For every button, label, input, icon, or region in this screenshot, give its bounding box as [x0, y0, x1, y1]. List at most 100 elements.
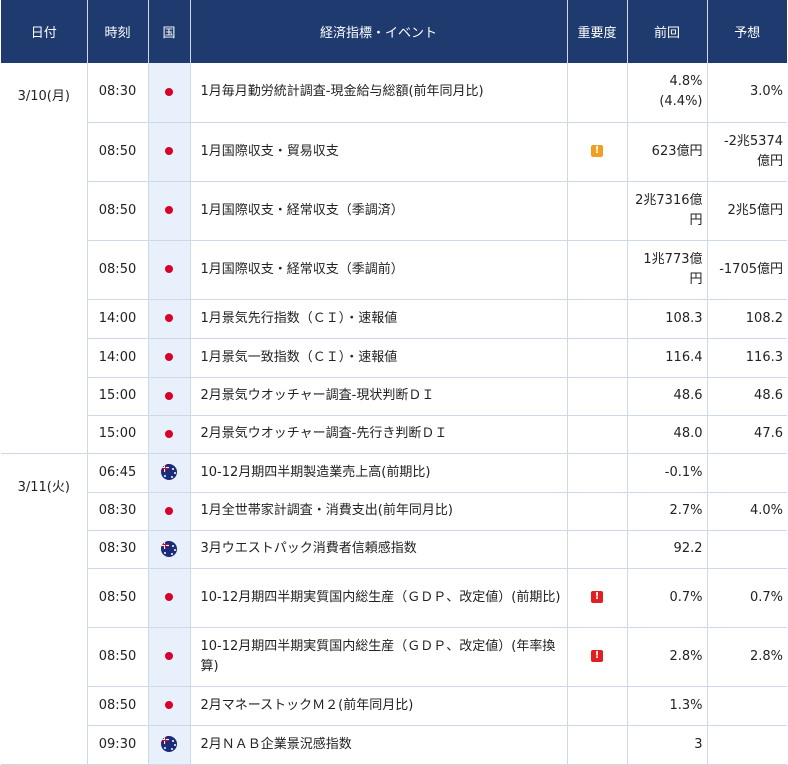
economic-calendar-table: 日付 時刻 国 経済指標・イベント 重要度 前回 予想 3/10(月) 08:30… — [1, 0, 787, 765]
time-cell: 06:45 — [87, 453, 149, 493]
event-name[interactable]: 3月ウエストパック消費者信頼感指数 — [190, 530, 568, 569]
header-event[interactable]: 経済指標・イベント — [190, 0, 568, 63]
header-row: 日付 時刻 国 経済指標・イベント 重要度 前回 予想 — [1, 0, 787, 63]
time-cell: 08:50 — [87, 122, 149, 182]
country-cell — [148, 686, 191, 726]
forecast-cell — [707, 453, 787, 493]
event-name[interactable]: 2月景気ウオッチャー調査-現状判断ＤＩ — [190, 377, 568, 416]
header-time[interactable]: 時刻 — [87, 0, 149, 63]
event-name[interactable]: 10-12月期四半期実質国内総生産（ＧＤＰ、改定値）(前期比) — [190, 568, 568, 628]
event-name[interactable]: 2月ＮＡＢ企業景況感指数 — [190, 725, 568, 765]
japan-flag-icon — [165, 265, 173, 273]
previous-cell: 0.7% — [627, 568, 708, 628]
previous-value: 2.8% — [669, 648, 703, 664]
time-cell: 09:30 — [87, 725, 149, 765]
country-cell — [148, 377, 191, 416]
japan-flag-icon — [165, 147, 173, 155]
time-cell: 08:50 — [87, 181, 149, 241]
event-name[interactable]: 1月全世帯家計調査・消費支出(前年同月比) — [190, 492, 568, 531]
table-row[interactable]: 15:00 2月景気ウオッチャー調査-現状判断ＤＩ 48.6 48.6 — [1, 377, 787, 416]
header-forecast[interactable]: 予想 — [707, 0, 787, 63]
event-name[interactable]: 1月毎月勤労統計調査-現金給与総額(前年同月比) — [190, 63, 568, 123]
forecast-cell — [707, 686, 787, 726]
previous-revised-value: (4.4%) — [659, 94, 703, 110]
header-date[interactable]: 日付 — [1, 0, 88, 63]
table-row[interactable]: 08:50 2月マネーストックＭ２(前年同月比) 1.3% — [1, 686, 787, 726]
event-name[interactable]: 1月国際収支・経常収支（季調前） — [190, 240, 568, 300]
time-cell: 14:00 — [87, 338, 149, 378]
header-importance[interactable]: 重要度 — [567, 0, 628, 63]
forecast-cell: 47.6 — [707, 415, 787, 454]
previous-value: 48.6 — [673, 388, 703, 403]
previous-value: 2.7% — [669, 503, 703, 518]
event-name[interactable]: 1月景気一致指数（ＣＩ）・速報値 — [190, 338, 568, 378]
table-row[interactable]: 08:50 1月国際収支・経常収支（季調前） 1兆773億円 -1705億円 — [1, 240, 787, 300]
importance-cell — [567, 240, 628, 300]
event-name[interactable]: 1月景気先行指数（ＣＩ）・速報値 — [190, 299, 568, 339]
time-cell: 14:00 — [87, 299, 149, 339]
date-cell: 3/11(火) — [1, 453, 88, 765]
importance-cell: ! — [567, 568, 628, 628]
table-row[interactable]: 14:00 1月景気一致指数（ＣＩ）・速報値 116.4 116.3 — [1, 338, 787, 378]
importance-cell — [567, 453, 628, 493]
previous-value: 108.3 — [665, 310, 703, 326]
importance-medium-icon: ! — [591, 145, 603, 157]
country-cell — [148, 181, 191, 241]
country-cell — [148, 122, 191, 182]
country-cell — [148, 568, 191, 628]
table-row[interactable]: 08:30 1月全世帯家計調査・消費支出(前年同月比) 2.7% 4.0% — [1, 492, 787, 531]
forecast-cell: -2兆5374億円 — [707, 122, 787, 182]
previous-value: 1兆773億円 — [643, 251, 703, 287]
event-name[interactable]: 1月国際収支・経常収支（季調済） — [190, 181, 568, 241]
previous-cell: 108.3 — [627, 299, 708, 339]
australia-flag-icon — [161, 464, 177, 480]
importance-cell — [567, 377, 628, 416]
forecast-cell — [707, 725, 787, 765]
previous-value: 4.8% — [669, 74, 703, 90]
previous-cell: 1.3% — [627, 686, 708, 726]
importance-cell — [567, 530, 628, 569]
table-row[interactable]: 08:50 10-12月期四半期実質国内総生産（ＧＤＰ、改定値）(年率換算)! 2.… — [1, 627, 787, 687]
forecast-cell — [707, 530, 787, 569]
previous-value: 92.2 — [673, 541, 703, 556]
japan-flag-icon — [165, 391, 173, 400]
japan-flag-icon — [165, 87, 173, 96]
event-name[interactable]: 2月景気ウオッチャー調査-先行き判断ＤＩ — [190, 415, 568, 454]
table-row[interactable]: 08:50 10-12月期四半期実質国内総生産（ＧＤＰ、改定値）(前期比)! 0.7… — [1, 568, 787, 628]
event-name[interactable]: 1月国際収支・貿易収支 — [190, 122, 568, 182]
table-row[interactable]: 15:00 2月景気ウオッチャー調査-先行き判断ＤＩ 48.0 47.6 — [1, 415, 787, 454]
event-name[interactable]: 2月マネーストックＭ２(前年同月比) — [190, 686, 568, 726]
importance-cell — [567, 63, 628, 123]
forecast-cell: -1705億円 — [707, 240, 787, 300]
event-name[interactable]: 10-12月期四半期製造業売上高(前期比) — [190, 453, 568, 493]
time-cell: 15:00 — [87, 377, 149, 416]
forecast-cell: 3.0% — [707, 63, 787, 123]
table-row[interactable]: 08:30 3月ウエストパック消費者信頼感指数 92.2 — [1, 530, 787, 569]
previous-value: 0.7% — [669, 589, 703, 605]
japan-flag-icon — [165, 701, 173, 709]
previous-value: 3 — [694, 736, 703, 752]
japan-flag-icon — [165, 353, 173, 361]
table-row[interactable]: 08:50 1月国際収支・経常収支（季調済） 2兆7316億円 2兆5億円 — [1, 181, 787, 241]
japan-flag-icon — [165, 429, 173, 438]
previous-cell: 2兆7316億円 — [627, 181, 708, 241]
table-row[interactable]: 09:30 2月ＮＡＢ企業景況感指数 3 — [1, 725, 787, 765]
forecast-cell: 2.8% — [707, 627, 787, 687]
forecast-cell: 2兆5億円 — [707, 181, 787, 241]
table-row[interactable]: 3/11(火) 06:45 10-12月期四半期製造業売上高(前期比) -0.1% — [1, 453, 787, 765]
previous-value: 48.0 — [673, 426, 703, 441]
japan-flag-icon — [165, 593, 173, 601]
table-row[interactable]: 08:50 1月国際収支・貿易収支! 623億円 -2兆5374億円 — [1, 122, 787, 182]
table-row[interactable]: 14:00 1月景気先行指数（ＣＩ）・速報値 108.3 108.2 — [1, 299, 787, 339]
australia-flag-icon — [161, 540, 177, 557]
time-cell: 08:50 — [87, 627, 149, 687]
event-name[interactable]: 10-12月期四半期実質国内総生産（ＧＤＰ、改定値）(年率換算) — [190, 627, 568, 687]
previous-value: -0.1% — [664, 464, 703, 480]
importance-cell — [567, 338, 628, 378]
time-cell: 15:00 — [87, 415, 149, 454]
forecast-cell: 0.7% — [707, 568, 787, 628]
importance-cell — [567, 686, 628, 726]
header-previous[interactable]: 前回 — [627, 0, 708, 63]
header-country[interactable]: 国 — [148, 0, 191, 63]
table-row[interactable]: 3/10(月) 08:30 1月毎月勤労統計調査-現金給与総額(前年同月比) 4.8%… — [1, 63, 787, 454]
